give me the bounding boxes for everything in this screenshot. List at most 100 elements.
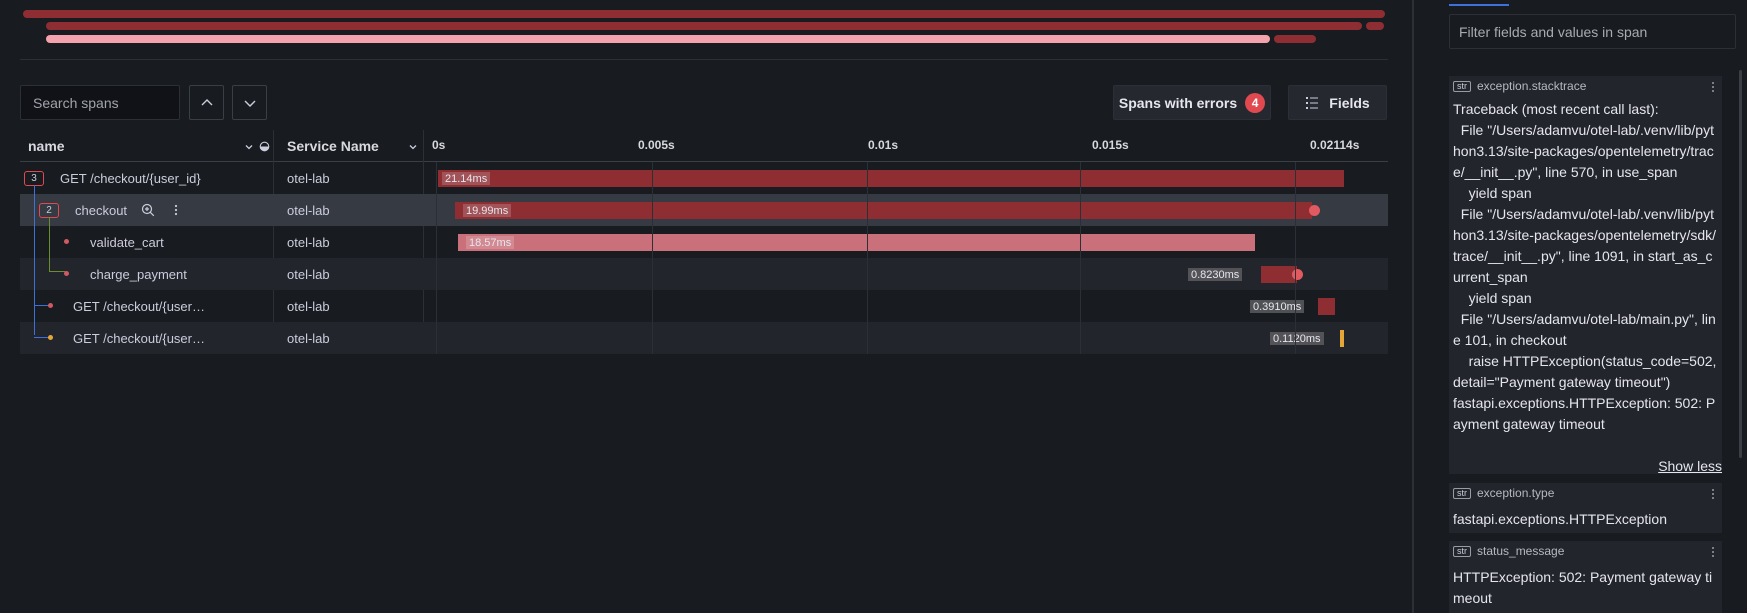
field-key: exception.type: [1477, 486, 1555, 500]
span-search-input[interactable]: [33, 94, 167, 111]
span-duration-bar[interactable]: [1318, 298, 1335, 315]
table-row[interactable]: GET /checkout/{user… otel-lab 0.3910ms: [20, 290, 1388, 322]
span-name: checkout: [75, 202, 128, 218]
span-name: GET /checkout/{user_id}: [60, 170, 201, 186]
span-name: GET /checkout/{user…: [73, 298, 205, 314]
field-card-exception-type: str exception.type fastapi.exceptions.HT…: [1449, 483, 1722, 533]
span-name-cell: charge_payment: [90, 258, 187, 290]
span-name: charge_payment: [90, 266, 187, 282]
span-search-box[interactable]: [20, 85, 180, 120]
fields-button[interactable]: Fields: [1288, 85, 1387, 120]
field-value: HTTPException: 502: Payment gateway time…: [1453, 569, 1713, 606]
more-options-icon[interactable]: [1708, 486, 1718, 500]
table-header: name Service Name 0s 0.005s 0.01s 0.015s…: [20, 130, 1388, 162]
field-card-stacktrace: str exception.stacktrace Traceback (most…: [1449, 76, 1722, 474]
timeline-gridline: [867, 162, 868, 354]
table-row[interactable]: validate_cart otel-lab 18.57ms: [20, 226, 1388, 258]
minimap-bar-checkout: [46, 22, 1362, 30]
error-event-marker[interactable]: [1292, 269, 1303, 280]
tree-connector: [49, 271, 65, 272]
col-header-service[interactable]: Service Name: [287, 130, 379, 162]
col-header-service-label: Service Name: [287, 138, 379, 154]
more-options-icon[interactable]: [169, 203, 183, 217]
timeline-tick: 0.02114s: [1310, 138, 1360, 152]
field-value: Traceback (most recent call last): File …: [1453, 101, 1717, 432]
child-count-badge[interactable]: 3: [24, 170, 44, 186]
columns-icon: [1306, 96, 1319, 109]
trace-minimap[interactable]: [20, 8, 1388, 48]
span-duration-bar[interactable]: [1340, 330, 1344, 347]
timeline-gridline: [1080, 162, 1081, 354]
span-duration-bar[interactable]: [455, 202, 1312, 219]
collapse-toggle-icon[interactable]: [259, 141, 270, 152]
tree-connector: [34, 185, 35, 335]
errors-button-label: Spans with errors: [1118, 94, 1238, 111]
field-type-tag: str: [1453, 80, 1471, 92]
errors-count-badge: 4: [1245, 92, 1266, 113]
minimap-bar-root: [23, 10, 1385, 18]
field-header: str status_message: [1449, 541, 1722, 561]
col-header-name[interactable]: name: [28, 130, 65, 162]
timeline-tick: 0s: [432, 138, 446, 152]
field-value: fastapi.exceptions.HTTPException: [1453, 511, 1667, 527]
field-header: str exception.stacktrace: [1449, 76, 1722, 96]
chevron-down-icon: [244, 100, 255, 107]
span-status-dot: [64, 239, 69, 244]
service-name: otel-lab: [287, 266, 330, 282]
span-name-cell: GET /checkout/{user…: [73, 322, 205, 354]
span-duration-label: 19.99ms: [463, 204, 512, 217]
more-options-icon[interactable]: [1708, 79, 1718, 93]
active-tab-indicator: [1449, 4, 1509, 6]
tree-connector: [49, 217, 50, 271]
span-duration-label: 0.8230ms: [1188, 268, 1243, 281]
timeline-gridline: [436, 162, 437, 354]
minimap-divider: [20, 59, 1388, 60]
span-duration-label: 0.3910ms: [1250, 300, 1305, 313]
timeline-gridline: [652, 162, 653, 354]
service-name: otel-lab: [287, 330, 330, 346]
span-name: validate_cart: [90, 234, 164, 250]
span-name-cell: GET /checkout/{user…: [73, 290, 205, 322]
panel-scrollbar[interactable]: [1739, 70, 1742, 458]
span-name-cell: validate_cart: [90, 226, 164, 258]
chevron-down-icon[interactable]: [408, 142, 418, 152]
span-duration-bar[interactable]: [438, 170, 1344, 187]
child-count-badge[interactable]: 2: [39, 202, 59, 218]
span-name: GET /checkout/{user…: [73, 330, 205, 346]
table-row[interactable]: charge_payment otel-lab 0.8230ms: [20, 258, 1388, 290]
span-status-dot: [64, 271, 69, 276]
field-key: status_message: [1477, 544, 1565, 558]
timeline-tick: 0.015s: [1092, 138, 1129, 152]
show-less-link[interactable]: Show less: [1658, 458, 1722, 474]
field-filter-box[interactable]: [1449, 14, 1736, 49]
field-key: exception.stacktrace: [1477, 79, 1587, 93]
service-name: otel-lab: [287, 202, 330, 218]
minimap-bar-charge: [1274, 35, 1316, 43]
panel-resize-handle[interactable]: [1412, 0, 1414, 613]
span-status-dot: [48, 335, 53, 340]
more-options-icon[interactable]: [1708, 544, 1718, 558]
span-duration-label: 0.1120ms: [1270, 332, 1324, 345]
spans-with-errors-button[interactable]: Spans with errors 4: [1113, 85, 1271, 120]
field-card-status-message: str status_message HTTPException: 502: P…: [1449, 541, 1722, 613]
field-filter-input[interactable]: [1459, 23, 1726, 40]
timeline-gridline: [1295, 162, 1296, 354]
span-name-cell: 3 GET /checkout/{user_id}: [24, 162, 201, 194]
error-event-marker[interactable]: [1309, 205, 1320, 216]
next-match-button[interactable]: [232, 85, 267, 120]
field-header: str exception.type: [1449, 483, 1722, 503]
span-duration-label: 21.14ms: [442, 172, 491, 185]
field-type-tag: str: [1453, 487, 1471, 499]
table-row[interactable]: GET /checkout/{user… otel-lab 0.1120ms: [20, 322, 1388, 354]
timeline-tick: 0.01s: [868, 138, 899, 152]
prev-match-button[interactable]: [189, 85, 224, 120]
service-name: otel-lab: [287, 170, 330, 186]
chevron-down-icon[interactable]: [244, 142, 254, 152]
service-name: otel-lab: [287, 234, 330, 250]
table-row[interactable]: 3 GET /checkout/{user_id} otel-lab 21.14…: [20, 162, 1388, 194]
field-type-tag: str: [1453, 545, 1471, 557]
zoom-in-icon[interactable]: [141, 203, 155, 217]
span-duration-bar[interactable]: [458, 234, 1255, 251]
minimap-bar-validate: [46, 35, 1270, 43]
table-row[interactable]: 2 checkout otel-lab 19.99ms: [20, 194, 1388, 226]
